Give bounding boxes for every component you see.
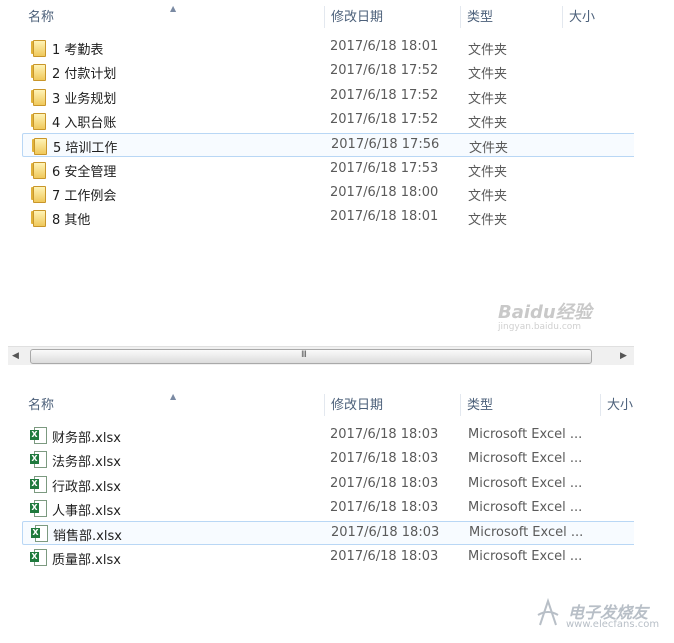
- file-type: Microsoft Excel ...: [468, 499, 583, 515]
- modified-date: 2017/6/18 17:52: [330, 87, 439, 103]
- folder-icon: [30, 62, 46, 82]
- column-header: 名称 ▲ 修改日期 类型 大小: [8, 0, 634, 30]
- column-name-header[interactable]: 名称 ▲: [22, 4, 328, 28]
- file-name: 3 业务规划: [52, 91, 117, 107]
- file-type: 文件夹: [468, 91, 508, 107]
- file-name: 1 考勤表: [52, 43, 104, 58]
- scrollbar-thumb[interactable]: III: [30, 349, 592, 364]
- folder-icon: [30, 184, 46, 203]
- file-type: 文件夹: [468, 43, 508, 58]
- list-item[interactable]: X 行政部.xlsx 2017/6/18 18:03 Microsoft Excel …: [22, 473, 632, 496]
- folder-icon: [30, 111, 46, 130]
- file-type: 文件夹: [468, 164, 508, 180]
- excel-icon: X: [30, 426, 47, 444]
- column-type-header[interactable]: 类型: [460, 394, 595, 416]
- list-item[interactable]: 3 业务规划 2017/6/18 17:52 文件夹: [22, 85, 632, 108]
- file-type: Microsoft Excel ...: [468, 451, 583, 467]
- file-name: 法务部.xlsx: [52, 455, 121, 471]
- baidu-watermark-url: jingyan.baidu.com: [498, 322, 582, 332]
- sort-ascending-icon: ▲: [170, 392, 177, 401]
- modified-date: 2017/6/18 18:03: [330, 451, 439, 467]
- modified-date: 2017/6/18 17:56: [331, 137, 440, 153]
- list-item[interactable]: 7 工作例会 2017/6/18 18:00 文件夹: [22, 182, 632, 205]
- column-size-header[interactable]: 大小: [562, 6, 634, 28]
- file-type: 文件夹: [468, 115, 508, 131]
- modified-date: 2017/6/18 18:03: [330, 548, 439, 564]
- file-name: 4 入职台账: [52, 115, 117, 131]
- modified-date: 2017/6/18 17:53: [330, 160, 439, 176]
- modified-date: 2017/6/18 18:03: [330, 475, 439, 491]
- baidu-watermark: Baidu经验: [498, 302, 592, 323]
- modified-date: 2017/6/18 18:03: [331, 525, 440, 541]
- scrollbar-grip: III: [301, 350, 307, 360]
- file-name: 销售部.xlsx: [53, 529, 122, 545]
- file-name: 8 其他: [52, 213, 91, 229]
- file-name: 2 付款计划: [52, 67, 117, 83]
- list-item[interactable]: 5 培训工作 2017/6/18 17:56 文件夹: [22, 133, 634, 158]
- folder-icon: [31, 136, 47, 156]
- scroll-left-icon[interactable]: ◀: [12, 351, 19, 361]
- file-type: Microsoft Excel ...: [468, 548, 583, 564]
- elecfans-watermark: 电子发烧友 www.elecfans.com: [530, 595, 660, 635]
- list-item[interactable]: X 质量部.xlsx 2017/6/18 18:03 Microsoft Excel …: [22, 546, 632, 569]
- list-item[interactable]: X 人事部.xlsx 2017/6/18 18:03 Microsoft Excel …: [22, 497, 632, 520]
- modified-date: 2017/6/18 18:00: [330, 184, 439, 200]
- folder-icon: [30, 87, 46, 106]
- folder-icon: [30, 160, 46, 179]
- list-item[interactable]: X 法务部.xlsx 2017/6/18 18:03 Microsoft Excel …: [22, 448, 632, 471]
- modified-date: 2017/6/18 17:52: [330, 63, 439, 79]
- file-type: 文件夹: [469, 141, 509, 157]
- scroll-right-icon[interactable]: ▶: [620, 351, 627, 361]
- excel-icon: X: [30, 548, 47, 566]
- column-size-header[interactable]: 大小: [600, 394, 634, 416]
- file-name: 质量部.xlsx: [52, 552, 121, 568]
- list-item[interactable]: X 销售部.xlsx 2017/6/18 18:03 Microsoft Excel …: [22, 521, 634, 546]
- file-name: 5 培训工作: [53, 141, 118, 157]
- modified-date: 2017/6/18 18:03: [330, 427, 439, 442]
- file-name: 财务部.xlsx: [52, 431, 121, 446]
- modified-date: 2017/6/18 18:01: [330, 209, 439, 225]
- sort-ascending-icon: ▲: [170, 4, 177, 13]
- file-type: Microsoft Excel ...: [468, 475, 583, 491]
- list-item[interactable]: X 财务部.xlsx 2017/6/18 18:03 Microsoft Excel …: [22, 424, 632, 447]
- list-item[interactable]: 4 入职台账 2017/6/18 17:52 文件夹: [22, 109, 632, 132]
- file-type: 文件夹: [468, 188, 508, 204]
- column-date-header[interactable]: 修改日期: [324, 394, 459, 416]
- folder-icon: [30, 208, 46, 228]
- excel-icon: X: [30, 475, 47, 493]
- excel-icon: X: [30, 450, 47, 469]
- folder-list-panel: 名称 ▲ 修改日期 类型 大小 1 考勤表 2017/6/18 18:01 文件夹 2…: [8, 0, 634, 368]
- horizontal-scrollbar[interactable]: ◀ III ▶: [8, 346, 634, 365]
- list-item[interactable]: 1 考勤表 2017/6/18 18:01 文件夹: [22, 36, 632, 59]
- list-item[interactable]: 8 其他 2017/6/18 18:01 文件夹: [22, 206, 632, 229]
- list-item[interactable]: 6 安全管理 2017/6/18 17:53 文件夹: [22, 158, 632, 181]
- elecfans-logo-icon: [537, 597, 559, 626]
- file-type: Microsoft Excel ...: [468, 427, 583, 442]
- file-type: 文件夹: [468, 67, 508, 83]
- column-date-header[interactable]: 修改日期: [324, 6, 459, 28]
- file-name: 7 工作例会: [52, 188, 117, 204]
- file-type: Microsoft Excel ...: [469, 525, 584, 541]
- excel-icon: X: [31, 524, 48, 543]
- file-name: 人事部.xlsx: [52, 503, 121, 519]
- folder-icon: [30, 38, 46, 57]
- column-name-header[interactable]: 名称 ▲: [22, 392, 328, 416]
- file-type: 文件夹: [468, 213, 508, 229]
- column-type-header[interactable]: 类型: [460, 6, 562, 28]
- column-header: 名称 ▲ 修改日期 类型 大小: [8, 388, 634, 418]
- modified-date: 2017/6/18 17:52: [330, 111, 439, 127]
- modified-date: 2017/6/18 18:01: [330, 39, 439, 54]
- modified-date: 2017/6/18 18:03: [330, 499, 439, 515]
- file-name: 行政部.xlsx: [52, 479, 121, 495]
- list-item[interactable]: 2 付款计划 2017/6/18 17:52 文件夹: [22, 60, 632, 83]
- excel-icon: X: [30, 499, 47, 517]
- file-name: 6 安全管理: [52, 164, 117, 180]
